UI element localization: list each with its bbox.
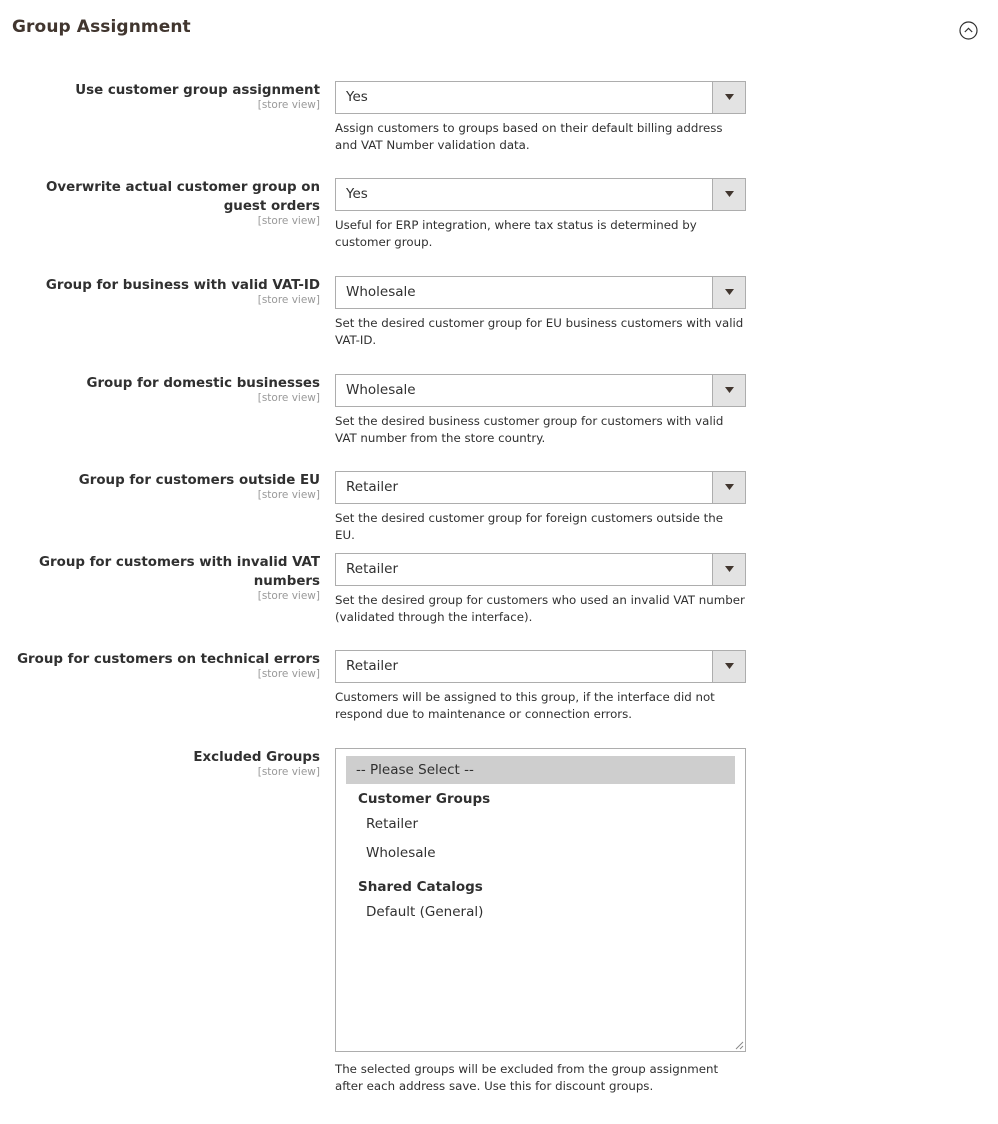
select-value: Wholesale <box>346 284 416 300</box>
valid-vat-id-group-select[interactable]: Wholesale <box>335 276 746 309</box>
field-note: Set the desired group for customers who … <box>335 593 745 624</box>
optgroup-customer-groups: Customer Groups <box>358 791 491 807</box>
dropdown-arrow[interactable] <box>712 179 745 210</box>
field-label: Overwrite actual customer group on guest… <box>46 180 320 214</box>
scope-label: [store view] <box>257 489 320 501</box>
resize-handle-icon[interactable] <box>735 1041 744 1050</box>
collapse-section-button[interactable] <box>959 21 978 40</box>
option-please-select[interactable]: -- Please Select -- <box>346 756 735 784</box>
field-label: Group for business with valid VAT-ID <box>45 278 320 293</box>
field-label: Group for customers outside EU <box>78 473 320 488</box>
dropdown-arrow[interactable] <box>712 82 745 113</box>
outside-eu-group-select[interactable]: Retailer <box>335 471 746 504</box>
optgroup-shared-catalogs: Shared Catalogs <box>358 879 483 895</box>
caret-down-icon <box>725 566 734 572</box>
field-note: Set the desired customer group for forei… <box>335 511 724 542</box>
invalid-vat-group-select[interactable]: Retailer <box>335 553 746 586</box>
field-label: Use customer group assignment <box>75 83 320 98</box>
field-note: Set the desired customer group for EU bu… <box>335 316 744 347</box>
select-value: Retailer <box>346 658 399 674</box>
field-note: Customers will be assigned to this group… <box>335 690 715 721</box>
caret-down-icon <box>725 191 734 197</box>
field-label: Group for customers with invalid VAT num… <box>39 555 320 589</box>
excluded-groups-multiselect[interactable]: -- Please Select -- Customer Groups Reta… <box>335 748 746 1052</box>
dropdown-arrow[interactable] <box>712 375 745 406</box>
caret-down-icon <box>725 94 734 100</box>
scope-label: [store view] <box>257 668 320 680</box>
field-label: Group for customers on technical errors <box>17 652 320 667</box>
option-wholesale[interactable]: Wholesale <box>366 845 436 861</box>
select-value: Yes <box>346 89 368 105</box>
dropdown-arrow[interactable] <box>712 651 745 682</box>
section-header: Group Assignment <box>0 0 998 60</box>
scope-label: [store view] <box>257 294 320 306</box>
scope-label: [store view] <box>257 215 320 227</box>
scope-label: [store view] <box>257 590 320 602</box>
dropdown-arrow[interactable] <box>712 472 745 503</box>
overwrite-customer-group-select[interactable]: Yes <box>335 178 746 211</box>
technical-errors-group-select[interactable]: Retailer <box>335 650 746 683</box>
caret-down-icon <box>725 289 734 295</box>
select-value: Retailer <box>346 561 399 577</box>
section-title: Group Assignment <box>12 17 191 37</box>
option-default-general[interactable]: Default (General) <box>366 904 483 920</box>
caret-down-icon <box>725 484 734 490</box>
scope-label: [store view] <box>257 392 320 404</box>
option-retailer[interactable]: Retailer <box>366 816 418 832</box>
caret-down-icon <box>725 663 734 669</box>
caret-down-icon <box>725 387 734 393</box>
select-value: Yes <box>346 186 368 202</box>
chevron-up-circle-icon <box>959 21 978 40</box>
field-note: Assign customers to groups based on thei… <box>335 121 723 152</box>
field-label: Group for domestic businesses <box>86 376 320 391</box>
dropdown-arrow[interactable] <box>712 277 745 308</box>
field-note: Useful for ERP integration, where tax st… <box>335 218 697 249</box>
select-value: Retailer <box>346 479 399 495</box>
field-label: Excluded Groups <box>193 750 320 765</box>
field-note: Set the desired business customer group … <box>335 414 724 445</box>
use-customer-group-assignment-select[interactable]: Yes <box>335 81 746 114</box>
select-value: Wholesale <box>346 382 416 398</box>
scope-label: [store view] <box>257 99 320 111</box>
dropdown-arrow[interactable] <box>712 554 745 585</box>
scope-label: [store view] <box>257 766 320 778</box>
field-note: The selected groups will be excluded fro… <box>335 1062 719 1093</box>
domestic-businesses-group-select[interactable]: Wholesale <box>335 374 746 407</box>
